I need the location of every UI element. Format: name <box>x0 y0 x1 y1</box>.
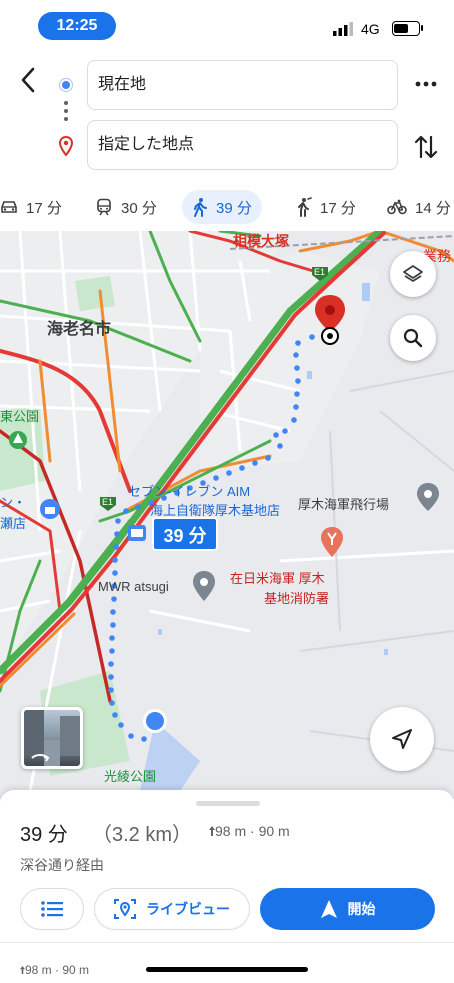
origin-input[interactable]: 現在地 <box>87 60 398 110</box>
mode-tab-transit[interactable]: 30 分 <box>95 190 157 224</box>
battery-level <box>394 24 408 33</box>
list-icon <box>41 901 63 917</box>
connector-dots-icon <box>63 101 69 125</box>
route-via: 深谷通り経由 <box>20 857 104 873</box>
map-label-park-left: 東公園 <box>0 409 40 424</box>
map-label-koryo-park: 光綾公園 <box>104 769 157 784</box>
back-button[interactable] <box>14 66 42 98</box>
train-icon <box>97 198 111 216</box>
network-label: 4G <box>361 21 380 37</box>
map-label-shop-left2: 瀬店 <box>0 516 27 531</box>
search-icon <box>403 328 423 348</box>
map-search-button[interactable] <box>390 315 436 361</box>
destination-input[interactable]: 指定した地点 <box>87 120 398 170</box>
map-label-e1-mid: E1 <box>102 497 114 507</box>
origin-dot-icon <box>60 79 72 91</box>
layers-button[interactable] <box>390 251 436 297</box>
ride-hail-icon <box>298 197 312 217</box>
map-label-shop-left: ン・ <box>0 495 27 510</box>
route-distance: （3.2 km） <box>92 824 193 846</box>
mode-duration-ride: 17 分 <box>320 199 356 217</box>
navigation-start-icon <box>320 900 337 918</box>
home-indicator <box>146 967 308 972</box>
navigation-arrow-icon <box>392 729 412 749</box>
route-elevation: 98 m · 90 m <box>209 823 290 839</box>
map-label-sagami-otsuka: 相模大塚 <box>233 233 289 249</box>
route-time-bubble[interactable]: 39 分 <box>152 517 218 551</box>
live-view-icon <box>114 899 136 919</box>
mode-duration-bike: 14 分 <box>415 199 451 217</box>
mode-tab-ride[interactable]: 17 分 <box>296 190 356 224</box>
steps-list-button[interactable] <box>20 888 84 930</box>
map-label-fire-station-2: 基地消防署 <box>264 591 330 606</box>
route-duration: 39 分 <box>20 824 68 846</box>
route-elevation-secondary-text: 98 m · 90 m <box>25 963 90 977</box>
sheet-drag-handle[interactable] <box>196 801 260 806</box>
park-poi-icon <box>9 431 27 449</box>
car-icon <box>1 201 17 213</box>
status-time: 12:25 <box>38 12 116 40</box>
mode-tab-bike[interactable]: 14 分 <box>387 190 451 224</box>
more-options-button[interactable] <box>410 72 442 96</box>
chevron-left-icon <box>21 67 35 93</box>
route-elevation-text: 98 m · 90 m <box>215 823 290 839</box>
start-label: 開始 <box>347 901 376 917</box>
start-navigation-button[interactable]: 開始 <box>260 888 435 930</box>
sheet-divider <box>0 942 454 943</box>
route-summary-sheet[interactable] <box>0 790 454 983</box>
live-view-button[interactable]: ライブビュー <box>94 888 250 930</box>
mode-duration-walk: 39 分 <box>216 199 252 217</box>
swap-button[interactable] <box>412 132 440 162</box>
mode-duration-transit: 30 分 <box>121 199 157 217</box>
shopping-poi-icon <box>40 499 60 519</box>
map-label-naf-atsugi: 厚木海軍飛行場 <box>298 497 390 512</box>
signal-icon <box>333 22 353 36</box>
mode-duration-car: 17 分 <box>26 199 62 217</box>
map-view[interactable]: 相模大塚 業務 海老名市 東公園 ン・ 瀬店 セブン-イレブン AIM 海上自衛… <box>0 231 454 799</box>
swap-vert-icon <box>414 135 438 159</box>
route-elevation-secondary: 98 m · 90 m <box>20 963 89 977</box>
mode-tab-walk[interactable]: 39 分 <box>182 190 262 224</box>
layers-icon <box>403 265 423 282</box>
recenter-button[interactable] <box>370 707 434 771</box>
map-label-fire-station-1: 在日米海軍 厚木 <box>230 571 325 586</box>
travel-mode-tabs: 17 分 30 分 39 分 17 分 14 分 <box>0 186 454 230</box>
street-view-icon <box>24 710 80 766</box>
map-label-e1-top: E1 <box>314 267 326 277</box>
mode-tab-car[interactable]: 17 分 <box>0 190 62 224</box>
map-label-ebina: 海老名市 <box>47 321 112 338</box>
map-label-seven-eleven: セブン-イレブン AIM <box>128 484 251 499</box>
destination-pin-icon <box>58 136 74 156</box>
status-bar: 12:25 4G <box>0 0 454 50</box>
bicycle-icon <box>387 199 407 215</box>
live-view-label: ライブビュー <box>146 901 230 917</box>
battery-tip <box>421 25 423 31</box>
walking-icon <box>194 198 207 217</box>
street-view-thumbnail[interactable] <box>21 707 83 769</box>
map-label-mwr: MWR atsugi <box>98 579 169 594</box>
more-horiz-icon <box>415 81 437 87</box>
